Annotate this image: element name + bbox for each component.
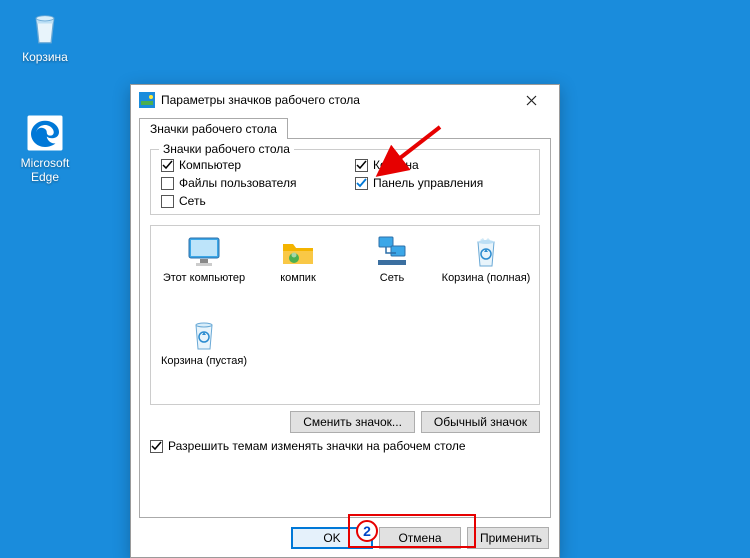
tab-panel: Значки рабочего стола Компьютер Корзина … (139, 138, 551, 518)
preview-this-pc[interactable]: Этот компьютер (159, 234, 249, 313)
desktop-icons-dialog: Параметры значков рабочего стола Значки … (130, 84, 560, 558)
icon-preview-list[interactable]: Этот компьютер компик Сеть Корзина (полн… (150, 225, 540, 405)
tab-desktop-icons[interactable]: Значки рабочего стола (139, 118, 288, 139)
check-icon (162, 160, 173, 171)
recycle-full-icon (468, 234, 504, 270)
checkbox-recycle-bin[interactable]: Корзина (355, 158, 529, 172)
tab-strip: Значки рабочего стола (131, 115, 559, 138)
recycle-bin-icon (24, 6, 66, 48)
fieldset-icons: Значки рабочего стола Компьютер Корзина … (150, 149, 540, 215)
network-icon (374, 234, 410, 270)
folder-user-icon (280, 234, 316, 270)
fieldset-legend: Значки рабочего стола (159, 142, 294, 156)
check-icon (151, 441, 162, 452)
check-icon (356, 160, 367, 171)
checkbox-network[interactable]: Сеть (161, 194, 335, 208)
default-icon-button[interactable]: Обычный значок (421, 411, 540, 433)
dialog-footer: OK Отмена Применить (291, 527, 549, 549)
change-icon-button[interactable]: Сменить значок... (290, 411, 415, 433)
apply-button[interactable]: Применить (467, 527, 549, 549)
preview-network[interactable]: Сеть (347, 234, 437, 313)
check-icon (356, 178, 367, 189)
dialog-title: Параметры значков рабочего стола (161, 93, 511, 107)
monitor-icon (186, 234, 222, 270)
checkbox-control-panel[interactable]: Панель управления (355, 176, 529, 190)
desktop-recycle-label: Корзина (10, 50, 80, 64)
close-button[interactable] (511, 85, 551, 115)
checkbox-computer[interactable]: Компьютер (161, 158, 335, 172)
recycle-empty-icon (186, 317, 222, 353)
desktop-edge-label: Microsoft Edge (10, 156, 80, 185)
preview-recycle-empty[interactable]: Корзина (пустая) (159, 317, 249, 396)
step-badge: 2 (356, 520, 378, 542)
cancel-button[interactable]: Отмена (379, 527, 461, 549)
dialog-icon (139, 92, 155, 108)
desktop-recycle-bin[interactable]: Корзина (10, 6, 80, 64)
edge-icon (24, 112, 66, 154)
checkbox-user-files[interactable]: Файлы пользователя (161, 176, 335, 190)
titlebar: Параметры значков рабочего стола (131, 85, 559, 115)
preview-recycle-full[interactable]: Корзина (полная) (441, 234, 531, 313)
preview-kompik[interactable]: компик (253, 234, 343, 313)
desktop-edge[interactable]: Microsoft Edge (10, 112, 80, 185)
checkbox-allow-themes[interactable]: Разрешить темам изменять значки на рабоч… (150, 439, 540, 453)
close-icon (526, 95, 537, 106)
